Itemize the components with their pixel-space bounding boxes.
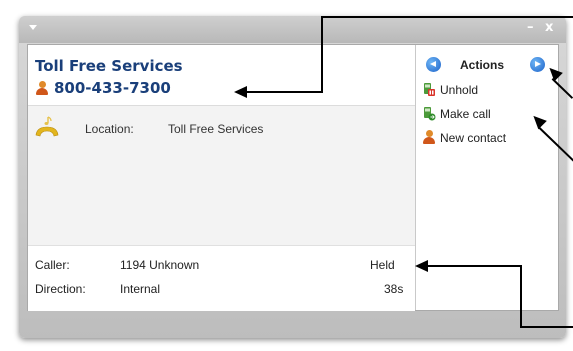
contact-name[interactable]: Toll Free Services <box>35 57 183 75</box>
previous-arrow-icon[interactable] <box>426 57 441 72</box>
caller-label: Caller: <box>35 258 70 272</box>
location-row: Location: Toll Free Services <box>28 105 415 245</box>
actions-header: Actions <box>416 57 558 75</box>
new-contact-icon <box>422 130 436 145</box>
make-call-action[interactable]: Make call <box>422 106 491 121</box>
phone-row: 800-433-7300 <box>35 79 171 97</box>
call-status-area: Caller: 1194 Unknown Held Direction: Int… <box>28 245 415 311</box>
call-duration: 38s <box>384 282 404 296</box>
close-button[interactable]: x <box>545 20 553 36</box>
actions-title: Actions <box>460 58 505 72</box>
make-call-label: Make call <box>440 106 491 121</box>
phone-number[interactable]: 800-433-7300 <box>54 79 171 97</box>
unhold-icon <box>424 83 435 96</box>
title-bar[interactable]: – x <box>19 16 566 43</box>
held-phone-icon <box>35 116 59 137</box>
make-call-icon <box>424 107 436 121</box>
call-panel: Toll Free Services 800-433-7300 Location… <box>27 44 559 311</box>
window-menu-icon[interactable] <box>29 25 37 30</box>
new-contact-action[interactable]: New contact <box>422 130 506 145</box>
minimize-button[interactable]: – <box>527 20 534 36</box>
unhold-action[interactable]: Unhold <box>422 82 478 97</box>
new-contact-label: New contact <box>440 130 507 145</box>
contact-person-icon <box>35 80 49 96</box>
next-arrow-icon[interactable] <box>530 57 545 72</box>
actions-panel: Actions Unhold Make call New contact <box>416 45 558 310</box>
caller-value: 1194 Unknown <box>120 258 200 272</box>
location-label: Location: <box>85 122 134 136</box>
contact-header: Toll Free Services 800-433-7300 <box>28 45 415 106</box>
direction-label: Direction: <box>35 282 86 296</box>
location-value: Toll Free Services <box>168 122 264 136</box>
call-window: – x Toll Free Services 800-433-7300 Loca… <box>19 16 566 338</box>
call-details: Toll Free Services 800-433-7300 Location… <box>28 45 416 311</box>
direction-value: Internal <box>120 282 161 296</box>
call-status: Held <box>370 258 395 272</box>
unhold-label: Unhold <box>440 82 479 97</box>
